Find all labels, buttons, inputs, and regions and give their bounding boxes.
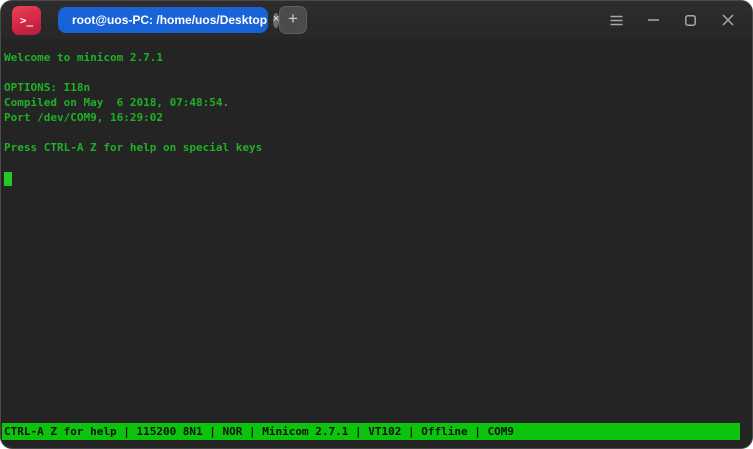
titlebar: >_ root@uos-PC: /home/uos/Desktop × +: [1, 1, 752, 39]
terminal-line: Welcome to minicom 2.7.1: [4, 51, 163, 64]
window-controls: [598, 1, 746, 39]
terminal-icon-glyph: >_: [19, 13, 34, 27]
minimize-icon: [648, 19, 659, 21]
maximize-icon: [685, 14, 696, 26]
terminal-line: OPTIONS: I18n: [4, 81, 91, 94]
minicom-statusbar: CTRL-A Z for help | 115200 8N1 | NOR | M…: [2, 423, 740, 440]
terminal-line: Press CTRL-A Z for help on special keys: [4, 141, 263, 154]
terminal-window: >_ root@uos-PC: /home/uos/Desktop × + We…: [0, 0, 753, 449]
new-tab-button[interactable]: +: [279, 6, 307, 34]
tab-root-uos-desktop[interactable]: root@uos-PC: /home/uos/Desktop ×: [58, 7, 280, 33]
tab-label: root@uos-PC: /home/uos/Desktop: [72, 13, 268, 27]
terminal-output[interactable]: Welcome to minicom 2.7.1 OPTIONS: I18n C…: [2, 39, 751, 440]
terminal-cursor: [4, 172, 12, 186]
terminal-app-icon: >_: [12, 5, 41, 35]
terminal-line: Port /dev/COM9, 16:29:02: [4, 111, 163, 124]
close-button[interactable]: [709, 1, 746, 39]
minimize-button[interactable]: [635, 1, 672, 39]
menu-icon: [610, 15, 623, 26]
maximize-button[interactable]: [672, 1, 709, 39]
terminal-line: Compiled on May 6 2018, 07:48:54.: [4, 96, 230, 109]
close-icon: [721, 14, 734, 26]
menu-button[interactable]: [598, 1, 635, 39]
